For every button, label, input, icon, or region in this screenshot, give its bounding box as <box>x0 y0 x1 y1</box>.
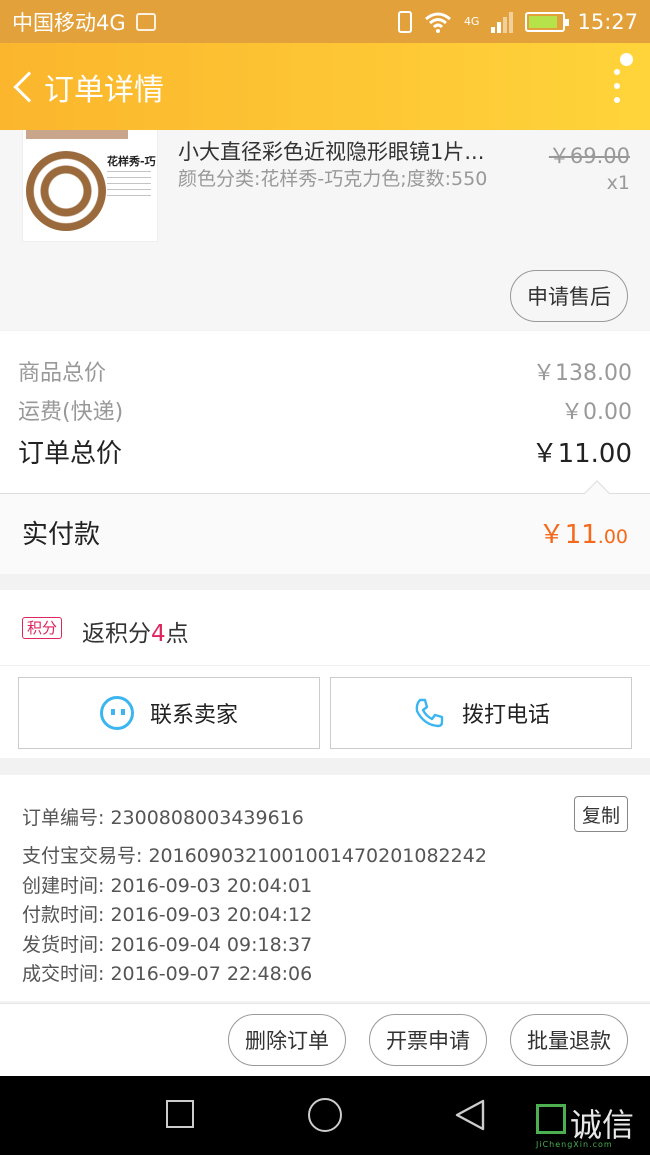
created-time: 创建时间: 2016-09-03 20:04:01 <box>22 875 313 897</box>
thumbnail-label: 花样秀-巧 <box>107 155 156 168</box>
eyes-photo <box>26 130 128 139</box>
points-text: 返积分4点 <box>82 614 189 648</box>
quantity: x1 <box>606 172 630 194</box>
order-total-label: 订单总价 <box>18 439 123 469</box>
call-phone-button[interactable]: 拨打电话 <box>330 677 632 749</box>
shipping-row: 运费(快递) ￥0.00 <box>18 394 632 426</box>
points-badge: 积分 <box>22 617 63 639</box>
signal-icon <box>491 11 514 33</box>
after-sale-button[interactable]: 申请售后 <box>510 270 628 322</box>
network-type-label: 4G <box>463 15 480 28</box>
paid-row: 实付款 ￥11.00 <box>0 494 650 574</box>
delete-order-button[interactable]: 删除订单 <box>228 1014 346 1066</box>
points-prefix: 返积分 <box>82 621 151 647</box>
home-icon[interactable] <box>308 1098 342 1132</box>
product-title[interactable]: 小大直径彩色近视隐形眼镜1片... <box>178 136 508 166</box>
phone-icon <box>415 698 444 728</box>
paid-amount: ￥11.00 <box>539 514 628 551</box>
wifi-icon <box>424 12 451 33</box>
battery-icon <box>525 11 570 32</box>
paid-label: 实付款 <box>22 520 101 550</box>
product-thumbnail[interactable]: 花样秀-巧 <box>22 130 158 242</box>
shipping-label: 运费(快递) <box>18 400 124 425</box>
recent-apps-icon[interactable] <box>166 1100 194 1128</box>
vibrate-icon <box>397 10 412 33</box>
thumbnail-spec-lines <box>107 171 151 201</box>
price-summary: 商品总价 ￥138.00 运费(快递) ￥0.00 订单总价 ￥11.00 <box>0 331 650 493</box>
status-bar: 中国移动4G 4G 15:27 <box>0 0 650 43</box>
order-number: 订单编号: 2300808003439616 <box>22 807 304 829</box>
lens-image <box>26 151 106 231</box>
notification-dot <box>620 53 633 66</box>
carrier-label: 中国移动4G <box>12 10 126 35</box>
shipped-time: 发货时间: 2016-09-04 09:18:37 <box>22 934 313 956</box>
points-row: 积分 返积分4点 <box>0 590 650 666</box>
copy-button[interactable]: 复制 <box>574 796 628 832</box>
contact-seller-button[interactable]: 联系卖家 <box>18 677 320 749</box>
goods-total-value: ￥138.00 <box>533 361 632 386</box>
completed-time: 成交时间: 2016-09-07 22:48:06 <box>22 963 313 985</box>
order-info: 订单编号: 2300808003439616 复制 支付宝交易号: 201609… <box>0 775 650 1001</box>
batch-refund-button[interactable]: 批量退款 <box>510 1014 628 1066</box>
points-number: 4 <box>151 621 166 647</box>
clock: 15:27 <box>577 9 638 34</box>
product-spec: 颜色分类:花样秀-巧克力色;度数:550 <box>178 168 488 190</box>
goods-total-label: 商品总价 <box>18 361 107 386</box>
page-title: 订单详情 <box>44 72 164 108</box>
watermark-logo: 诚信 JiChengXin.com <box>532 1076 650 1155</box>
product-item[interactable]: 花样秀-巧 小大直径彩色近视隐形眼镜1片... 颜色分类:花样秀-巧克力色;度数… <box>0 130 650 330</box>
points-suffix: 点 <box>165 621 189 647</box>
image-notification-icon <box>135 12 156 31</box>
shipping-value: ￥0.00 <box>561 400 632 425</box>
back-nav-icon[interactable] <box>453 1098 487 1132</box>
nav-bar: 订单详情 <box>0 43 650 130</box>
contact-seller-label: 联系卖家 <box>149 703 238 728</box>
order-total-value: ￥11.00 <box>531 439 632 469</box>
action-bar: 删除订单 开票申请 批量退款 <box>0 1003 650 1076</box>
call-phone-label: 拨打电话 <box>461 703 550 728</box>
paid-dec: .00 <box>597 526 628 548</box>
watermark-url: JiChengXin.com <box>536 1140 613 1149</box>
back-arrow-icon <box>13 70 45 103</box>
goods-total-row: 商品总价 ￥138.00 <box>18 355 632 387</box>
alipay-trade-number: 支付宝交易号: 2016090321001001470201082242 <box>22 845 487 867</box>
contact-section: 联系卖家 拨打电话 <box>0 666 650 758</box>
watermark-box-icon <box>536 1104 566 1134</box>
order-total-row: 订单总价 ￥11.00 <box>18 433 632 470</box>
original-price: ￥69.00 <box>548 144 630 168</box>
invoice-request-button[interactable]: 开票申请 <box>369 1014 487 1066</box>
chat-smile-icon <box>99 696 134 730</box>
paid-time: 付款时间: 2016-09-03 20:04:12 <box>22 904 313 926</box>
more-menu-button[interactable] <box>614 69 620 103</box>
paid-currency: ￥ <box>538 520 565 550</box>
back-button[interactable] <box>0 43 45 130</box>
paid-int: 11 <box>564 520 598 550</box>
